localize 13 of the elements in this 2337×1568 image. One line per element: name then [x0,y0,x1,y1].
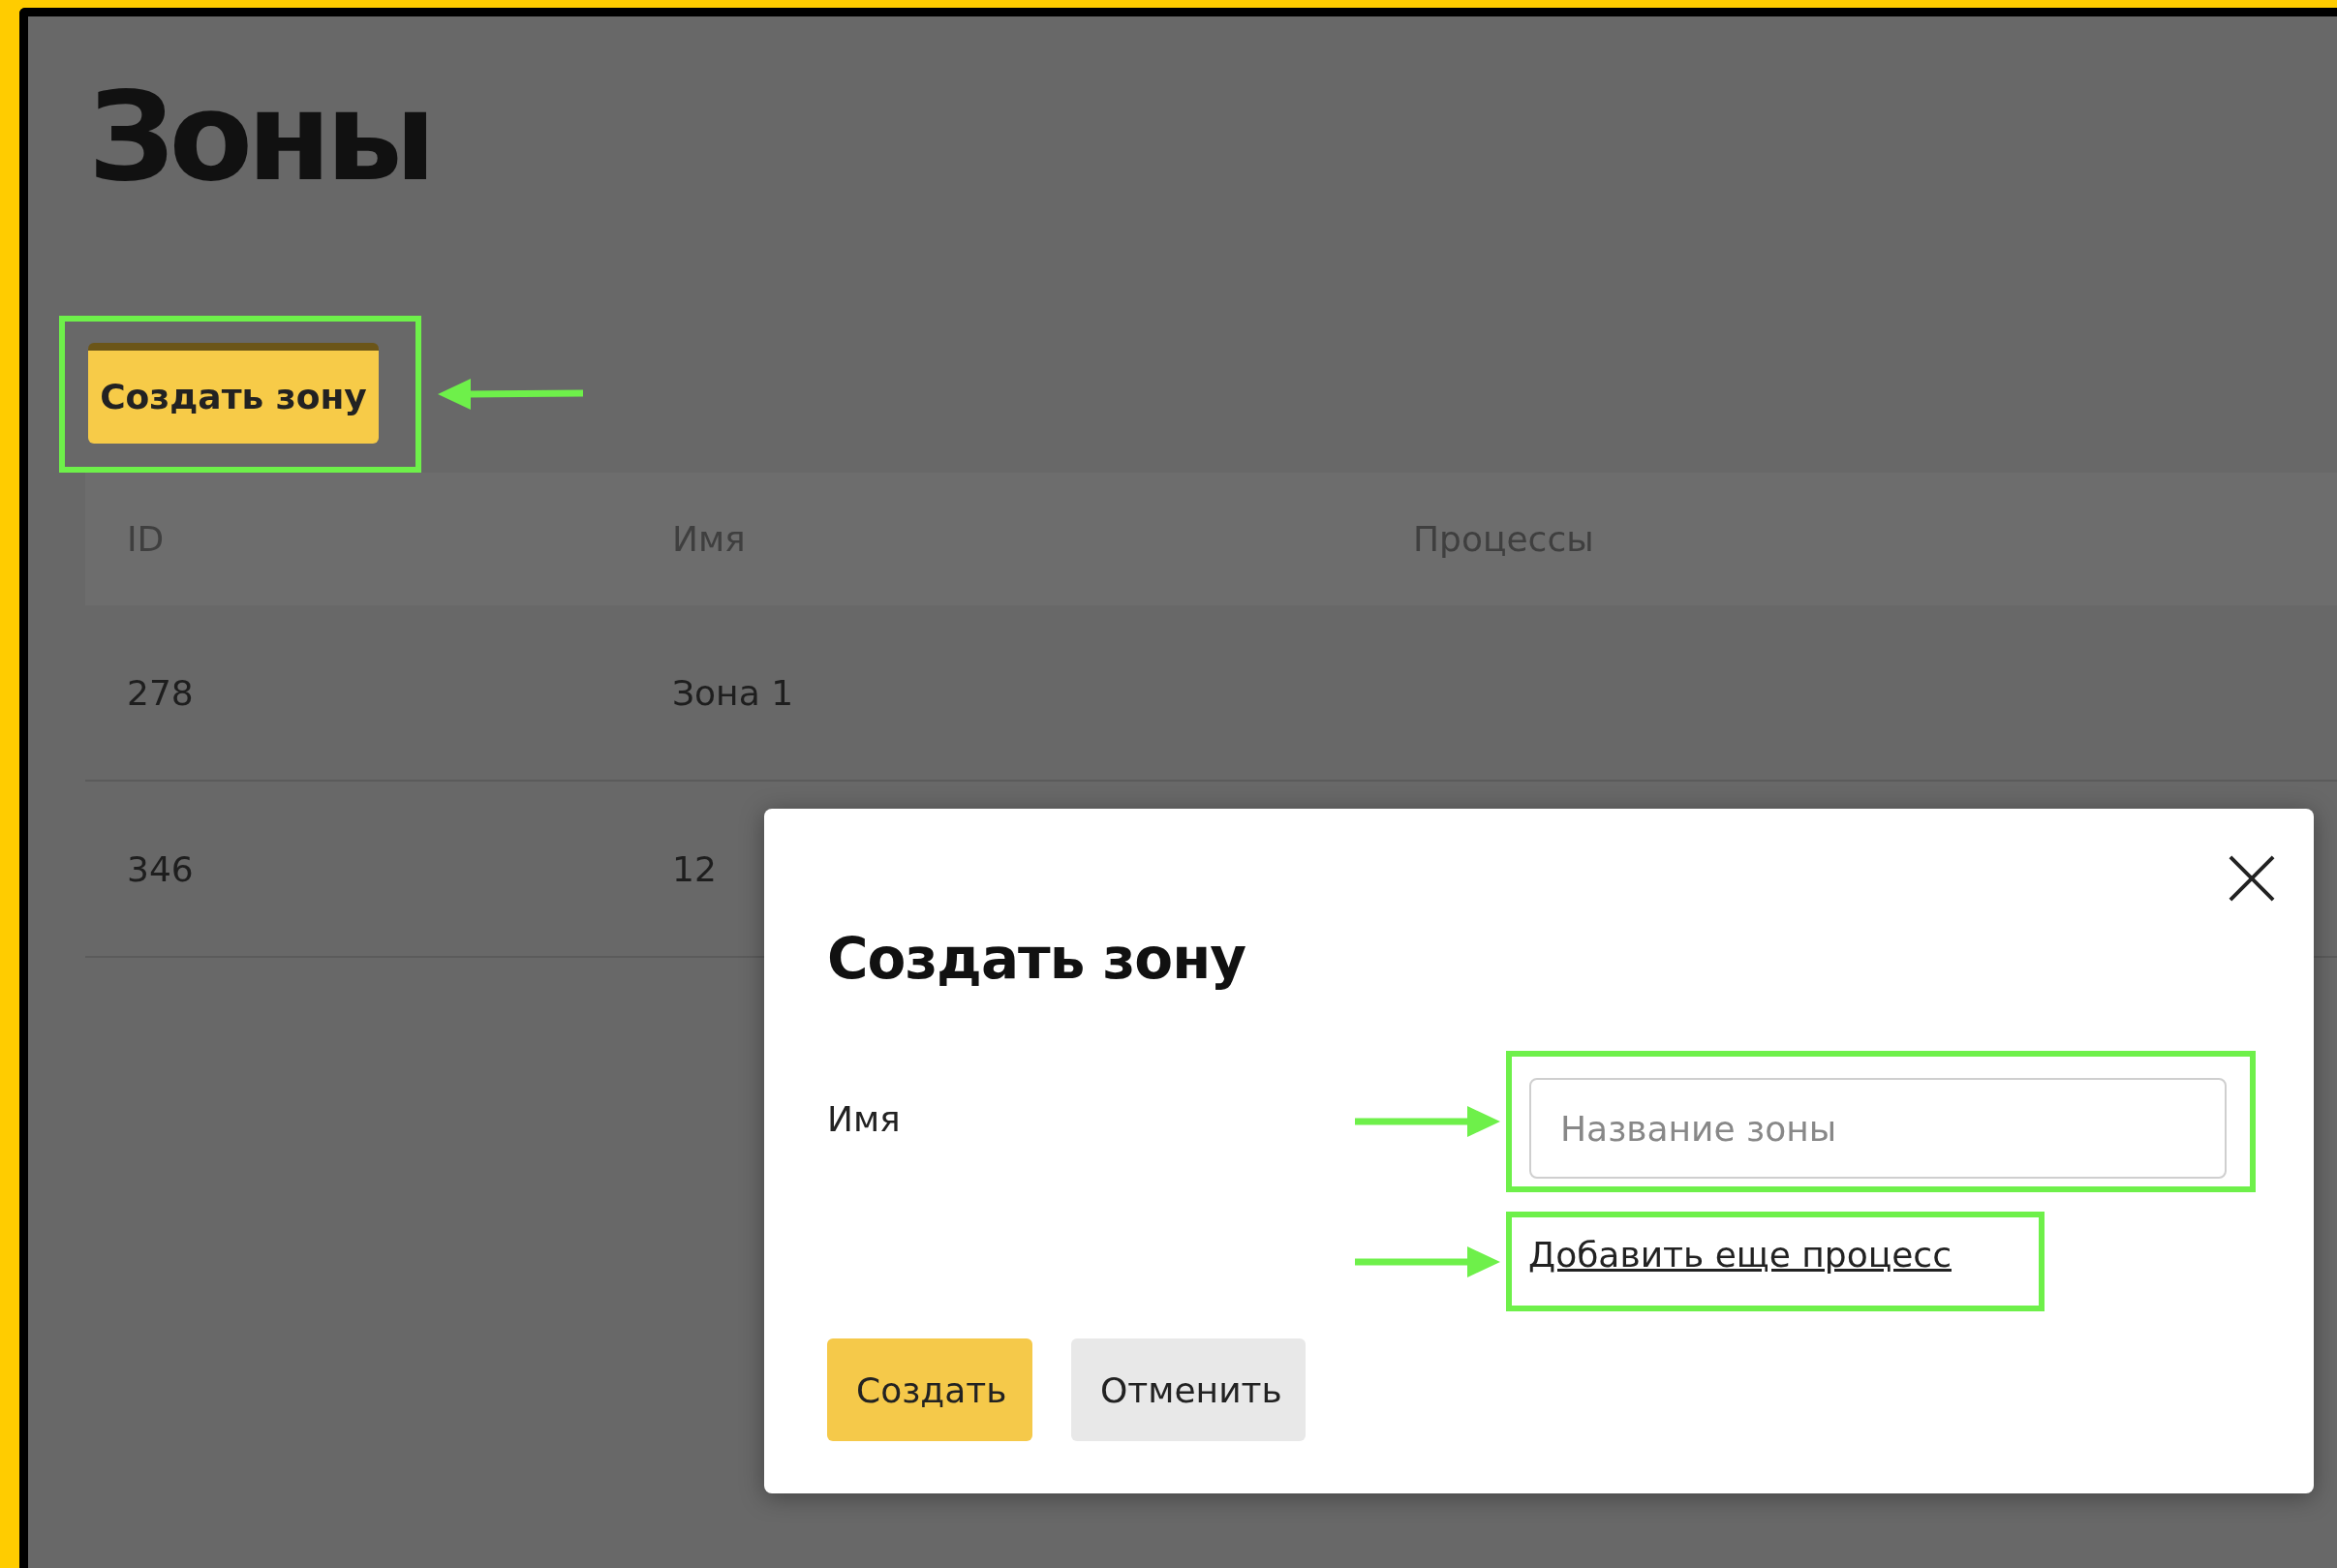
field-label: Имя [827,1098,902,1141]
create-button[interactable]: Создать [827,1338,1032,1441]
table-cell-text: 278 [127,672,195,713]
close-icon[interactable] [2229,855,2275,902]
page-title: Зоны [87,65,432,210]
table-cell-text: Зона 1 [672,672,795,713]
cancel-button[interactable]: Отменить [1071,1338,1306,1441]
name-field[interactable]: Название зоны [1529,1078,2227,1179]
dialog-title: Создать зону [827,925,1245,994]
add-process-link[interactable]: Добавить еще процесс [1528,1235,1952,1275]
table-cell-text: 346 [127,848,195,889]
create-zone-button[interactable]: Создать зону [88,342,379,444]
table-cell-text: 12 [672,848,718,889]
